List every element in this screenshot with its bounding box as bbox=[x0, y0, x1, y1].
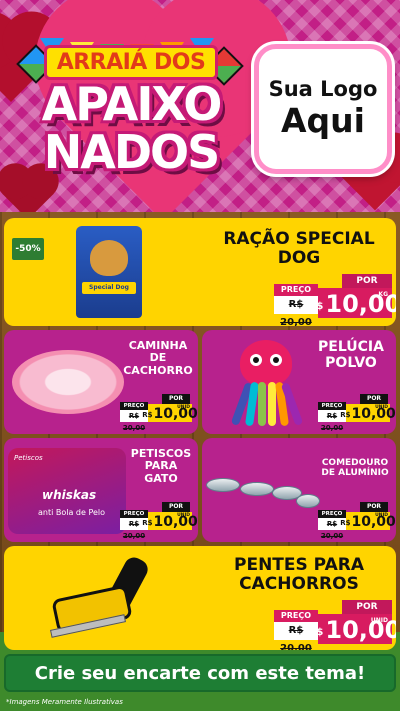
preco-label: PREÇO bbox=[274, 284, 318, 296]
product-name-line-1: RAÇÃO SPECIAL bbox=[223, 229, 375, 249]
product-name-line-2: PARA bbox=[144, 459, 178, 473]
discount-badge: -50% bbox=[12, 238, 44, 260]
bowl-image bbox=[240, 482, 274, 496]
price-tag: POR PREÇO R$ 20,00 R$ 10,00 UNID bbox=[120, 502, 198, 540]
product-card-racao[interactable]: -50% Special Dog RAÇÃO SPECIAL DOG POR P… bbox=[4, 218, 396, 326]
preco-label: PREÇO bbox=[318, 402, 346, 410]
product-name: CAMINHA DE CACHORRO bbox=[120, 339, 196, 377]
price-unit: UNID bbox=[375, 513, 388, 518]
dog-food-bag-image: Special Dog bbox=[76, 226, 142, 318]
plush-eye-icon bbox=[250, 354, 262, 366]
product-card-pentes[interactable]: PENTES PARA CACHORROS POR PREÇO R$ 20,00… bbox=[4, 546, 396, 650]
product-card-pelucia[interactable]: PELÚCIA POLVO POR PREÇO R$ 20,00 R$ 10,0… bbox=[202, 330, 396, 434]
product-name: PELÚCIA POLVO bbox=[306, 339, 396, 371]
bowl-image bbox=[296, 494, 320, 508]
product-name-line-3: GATO bbox=[144, 471, 178, 485]
product-name-line-1: PELÚCIA bbox=[318, 339, 384, 355]
new-price: R$ 10,00 UNID bbox=[142, 404, 198, 422]
por-label: POR bbox=[162, 394, 190, 404]
new-price: R$ 10,00 KG bbox=[309, 288, 396, 318]
price-unit: UNID bbox=[375, 405, 388, 410]
por-label: POR bbox=[360, 502, 388, 512]
disclaimer-text: *Imagens Meramente Ilustrativas bbox=[6, 698, 123, 706]
flyer-page: ARRAIÁ DOS APAIXO NADOS Sua Logo Aqui -5… bbox=[0, 0, 400, 711]
price-value: 10,00 bbox=[153, 514, 198, 530]
new-price: R$ 10,00 UNID bbox=[340, 404, 396, 422]
price-tag: POR PREÇO R$ 20,00 R$ 10,00 UNID bbox=[274, 600, 396, 650]
currency: R$ bbox=[340, 519, 351, 527]
currency: R$ bbox=[142, 411, 153, 419]
header-banner: ARRAIÁ DOS APAIXO NADOS Sua Logo Aqui bbox=[0, 0, 400, 212]
cat-treats-pack-image: Petiscos whiskas anti Bola de Pelo bbox=[8, 448, 126, 534]
price-value: 10,00 bbox=[153, 406, 198, 422]
event-title: ARRAIÁ DOS APAIXO NADOS bbox=[18, 45, 244, 176]
product-name: PETISCOS PARA GATO bbox=[124, 447, 198, 485]
pack-top-text: Petiscos bbox=[14, 454, 43, 462]
price-value: 10,00 bbox=[351, 406, 396, 422]
por-label: POR bbox=[342, 600, 392, 614]
product-card-caminha[interactable]: CAMINHA DE CACHORRO POR PREÇO R$ 20,00 R… bbox=[4, 330, 198, 434]
price-tag: POR PREÇO R$ 20,00 R$ 10,00 UNID bbox=[318, 394, 396, 432]
price-unit: UNID bbox=[370, 617, 388, 624]
price-unit: UNID bbox=[177, 405, 190, 410]
tentacle bbox=[258, 382, 266, 426]
title-top: ARRAIÁ DOS bbox=[43, 45, 219, 80]
product-name-line-2: CACHORROS bbox=[239, 574, 359, 595]
new-price: R$ 10,00 UNID bbox=[142, 512, 198, 530]
currency: R$ bbox=[142, 519, 153, 527]
octopus-plush-image bbox=[230, 340, 304, 428]
preco-label: PREÇO bbox=[274, 610, 318, 622]
price-unit: UNID bbox=[177, 513, 190, 518]
preco-label: PREÇO bbox=[120, 402, 148, 410]
price-value: 10,00 bbox=[351, 514, 396, 530]
currency: R$ bbox=[308, 627, 324, 638]
por-label: POR bbox=[342, 274, 392, 288]
price-tag: POR PREÇO R$ 20,00 R$ 10,00 UNID bbox=[120, 394, 198, 432]
product-name-line-1: PENTES PARA bbox=[234, 555, 364, 575]
product-name: RAÇÃO SPECIAL DOG bbox=[204, 229, 394, 269]
currency: R$ bbox=[340, 411, 351, 419]
product-card-petiscos[interactable]: Petiscos whiskas anti Bola de Pelo PETIS… bbox=[4, 438, 198, 542]
logo-text-line-2: Aqui bbox=[281, 101, 365, 140]
plush-eye-icon bbox=[270, 354, 282, 366]
price-tag: POR PREÇO R$ 20,00 R$ 10,00 KG bbox=[274, 274, 396, 326]
bowl-image bbox=[206, 478, 240, 492]
product-card-comedouro[interactable]: COMEDOURO DE ALUMÍNIO POR PREÇO R$ 20,00… bbox=[202, 438, 396, 542]
pack-brand: whiskas bbox=[42, 488, 97, 502]
logo-placeholder: Sua Logo Aqui bbox=[254, 44, 392, 174]
por-label: POR bbox=[162, 502, 190, 512]
product-name-line-2: DE bbox=[149, 351, 167, 365]
plush-head bbox=[240, 340, 292, 386]
price-unit: KG bbox=[378, 291, 388, 298]
dog-brush-image bbox=[49, 552, 170, 642]
dog-icon bbox=[90, 240, 128, 276]
preco-label: PREÇO bbox=[318, 510, 346, 518]
price-tag: POR PREÇO R$ 20,00 R$ 10,00 UNID bbox=[318, 502, 396, 540]
product-name: COMEDOURO DE ALUMÍNIO bbox=[314, 458, 396, 478]
currency: R$ bbox=[308, 301, 324, 312]
product-name-line-2: DOG bbox=[277, 248, 321, 269]
preco-label: PREÇO bbox=[120, 510, 148, 518]
product-name-line-1: COMEDOURO bbox=[321, 458, 389, 468]
pack-label: Special Dog bbox=[82, 282, 136, 294]
product-name-line-2: DE ALUMÍNIO bbox=[321, 468, 389, 479]
product-name: PENTES PARA CACHORROS bbox=[204, 555, 394, 595]
pack-sub: anti Bola de Pelo bbox=[38, 508, 106, 517]
product-name-line-3: CACHORRO bbox=[123, 363, 193, 377]
new-price: R$ 10,00 UNID bbox=[309, 614, 396, 644]
new-price: R$ 10,00 UNID bbox=[340, 512, 396, 530]
logo-text-line-1: Sua Logo bbox=[268, 77, 378, 101]
dog-bed-image bbox=[12, 350, 124, 414]
por-label: POR bbox=[360, 394, 388, 404]
create-flyer-button[interactable]: Crie seu encarte com este tema! bbox=[4, 654, 396, 692]
product-name-line-2: POLVO bbox=[325, 354, 377, 371]
title-line-2: NADOS bbox=[43, 125, 221, 179]
title-line-1: APAIXO bbox=[41, 77, 223, 131]
